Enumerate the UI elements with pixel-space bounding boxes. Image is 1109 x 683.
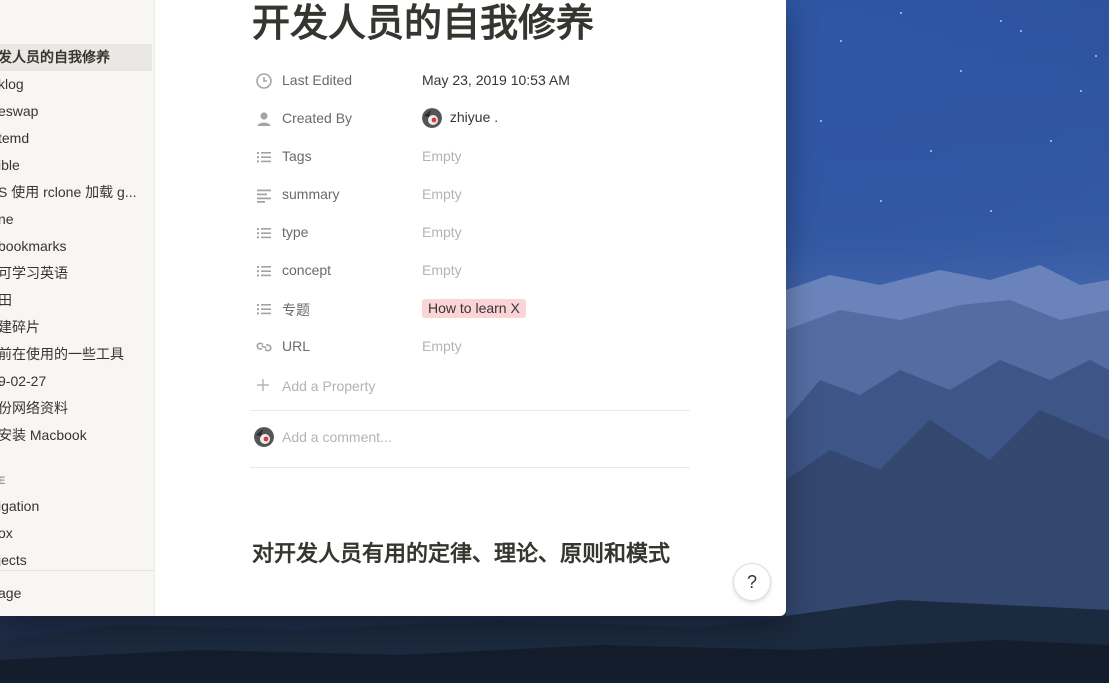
property-row-url[interactable]: URL Empty [252,330,692,364]
link-icon [256,342,272,352]
sidebar-item[interactable]: 田 [0,287,148,314]
property-name: summary [282,186,340,202]
person-icon [257,112,271,126]
page-title[interactable]: 开发人员的自我修养 [252,0,594,47]
sidebar-item[interactable]: klog [0,71,148,98]
property-row-summary[interactable]: summary Empty [252,178,692,212]
add-property-label: Add a Property [282,378,376,394]
list-icon [257,228,271,239]
property-value: zhiyue . [422,108,498,128]
property-value: Empty [422,224,462,240]
select-tag[interactable]: How to learn X [422,299,526,318]
property-name: Tags [282,148,312,164]
sidebar-section-label: E [0,475,6,487]
list-icon [257,152,271,163]
property-value: Empty [422,148,462,164]
comment-input[interactable]: Add a comment... [282,429,392,445]
property-value: Empty [422,262,462,278]
property-row-concept[interactable]: concept Empty [252,254,692,288]
property-row-topic[interactable]: 专题 How to learn X [252,292,692,326]
notion-window: 发人员的自我修养 klog eswap temd ible S 使用 rclon… [0,0,786,616]
avatar [254,427,274,447]
property-value: Empty [422,338,462,354]
divider [250,467,690,468]
help-button[interactable]: ? [733,563,771,601]
property-row-type[interactable]: type Empty [252,216,692,250]
property-name: Last Edited [282,72,353,88]
sidebar-item[interactable]: ible [0,152,148,179]
sidebar-item[interactable]: igation [0,493,148,520]
sidebar-item[interactable]: temd [0,125,148,152]
section-heading[interactable]: 对开发人员有用的定律、理论、原则和模式 [252,541,692,569]
property-row-tags[interactable]: Tags Empty [252,140,692,174]
text-lines-icon [257,189,271,203]
plus-icon [257,379,269,391]
property-value: May 23, 2019 10:53 AM [422,72,570,88]
user-name: zhiyue . [449,108,499,125]
property-row-last-edited[interactable]: Last Edited May 23, 2019 10:53 AM [252,64,692,98]
property-name: Created By [282,110,353,126]
property-value: Empty [422,186,462,202]
list-icon [257,266,271,277]
property-row-created-by[interactable]: Created By zhiyue . [252,102,692,136]
sidebar-item[interactable]: 前在使用的一些工具 [0,341,148,368]
property-name: 专题 [282,302,310,318]
sidebar-new-page-item[interactable]: age [0,580,148,607]
clock-icon [256,73,272,89]
sidebar-item[interactable]: eswap [0,98,148,125]
list-icon [257,304,271,315]
property-name: type [282,224,309,240]
sidebar: 发人员的自我修养 klog eswap temd ible S 使用 rclon… [0,0,155,616]
sidebar-item[interactable]: S 使用 rclone 加载 g... [0,179,148,206]
sidebar-item[interactable]: 9-02-27 [0,368,148,395]
sidebar-divider [0,570,154,571]
avatar [422,108,442,128]
property-value: How to learn X [422,299,526,318]
sidebar-item[interactable]: ne [0,206,148,233]
sidebar-item[interactable]: 安装 Macbook [0,422,148,449]
sidebar-item[interactable]: ox [0,520,148,547]
divider [250,410,690,411]
sidebar-item[interactable]: 份网络资料 [0,395,148,422]
sidebar-item[interactable]: 可学习英语 [0,260,148,287]
property-name: concept [282,262,332,278]
sidebar-item[interactable]: 建碎片 [0,314,148,341]
property-name: URL [282,338,311,354]
sidebar-item-current-page[interactable]: 发人员的自我修养 [0,44,152,71]
sidebar-item[interactable]: bookmarks [0,233,148,260]
